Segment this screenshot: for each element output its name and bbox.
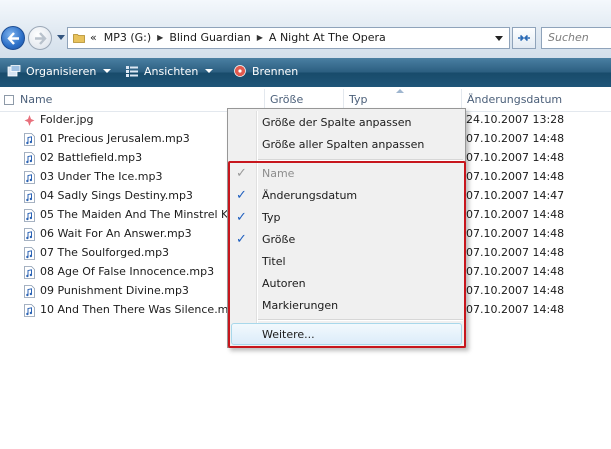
file-name: 04 Sadly Sings Destiny.mp3 bbox=[40, 189, 193, 202]
menu-item-column-toggle[interactable]: Typ bbox=[262, 211, 281, 224]
back-button[interactable] bbox=[1, 26, 25, 50]
file-name: 09 Punishment Divine.mp3 bbox=[40, 284, 189, 297]
checkmark-icon: ✓ bbox=[236, 188, 247, 203]
column-type-label: Typ bbox=[349, 93, 368, 106]
burn-label: Brennen bbox=[252, 65, 299, 78]
column-date[interactable]: Änderungsdatum bbox=[462, 89, 611, 111]
audio-file-icon bbox=[24, 133, 35, 146]
menu-item-column-toggle[interactable]: Größe bbox=[262, 233, 295, 246]
audio-file-icon bbox=[24, 228, 35, 241]
menu-gutter bbox=[256, 111, 258, 345]
audio-file-icon bbox=[24, 285, 35, 298]
column-size-label: Größe bbox=[270, 93, 304, 106]
checkmark-icon: ✓ bbox=[236, 166, 247, 181]
organize-icon bbox=[7, 65, 21, 77]
file-date: 07.10.2007 14:48 bbox=[466, 208, 565, 221]
menu-item-column-toggle[interactable]: Titel bbox=[262, 255, 286, 268]
audio-file-icon bbox=[24, 247, 35, 260]
organize-button[interactable]: Organisieren bbox=[7, 65, 112, 78]
file-date: 24.10.2007 13:28 bbox=[466, 113, 565, 126]
menu-separator bbox=[258, 319, 463, 321]
refresh-icon bbox=[518, 34, 530, 42]
address-history-dropdown[interactable] bbox=[495, 36, 503, 41]
burn-disc-icon bbox=[234, 65, 246, 77]
file-name: 10 And Then There Was Silence.mp bbox=[40, 303, 230, 316]
audio-file-icon bbox=[24, 209, 35, 222]
file-date: 07.10.2007 14:48 bbox=[466, 284, 565, 297]
audio-file-icon bbox=[24, 171, 35, 184]
forward-arrow-icon bbox=[35, 32, 47, 45]
image-file-icon bbox=[24, 115, 35, 126]
chevron-down-icon bbox=[103, 69, 112, 73]
menu-item-column-toggle[interactable]: Markierungen bbox=[262, 299, 338, 312]
chevron-right-icon[interactable]: ▶ bbox=[157, 33, 163, 42]
file-name: 08 Age Of False Innocence.mp3 bbox=[40, 265, 215, 278]
menu-item-column-toggle[interactable]: Autoren bbox=[262, 277, 306, 290]
file-date: 07.10.2007 14:48 bbox=[466, 303, 565, 316]
recent-pages-dropdown[interactable] bbox=[57, 35, 65, 40]
audio-file-icon bbox=[24, 266, 35, 279]
file-date: 07.10.2007 14:48 bbox=[466, 246, 565, 259]
views-label: Ansichten bbox=[144, 65, 199, 78]
folder-icon bbox=[73, 34, 85, 43]
menu-item-column-toggle[interactable]: Änderungsdatum bbox=[262, 189, 357, 202]
breadcrumb-album[interactable]: A Night At The Opera bbox=[269, 31, 386, 44]
file-date: 07.10.2007 14:47 bbox=[466, 189, 565, 202]
breadcrumb-overflow[interactable]: « bbox=[90, 31, 97, 44]
menu-separator bbox=[258, 159, 463, 161]
file-name: 01 Precious Jerusalem.mp3 bbox=[40, 132, 190, 145]
forward-button[interactable] bbox=[28, 26, 52, 50]
back-arrow-icon bbox=[7, 32, 19, 45]
checkmark-icon: ✓ bbox=[236, 210, 247, 225]
file-name: 07 The Soulforged.mp3 bbox=[40, 246, 170, 259]
breadcrumb-drive[interactable]: MP3 (G:) bbox=[104, 31, 151, 44]
file-date: 07.10.2007 14:48 bbox=[466, 132, 565, 145]
chevron-right-icon[interactable]: ▶ bbox=[257, 33, 263, 42]
search-input[interactable]: Suchen bbox=[541, 27, 611, 49]
file-name: 02 Battlefield.mp3 bbox=[40, 151, 143, 164]
breadcrumb: « MP3 (G:) ▶ Blind Guardian ▶ A Night At The … bbox=[90, 31, 386, 44]
checkmark-icon: ✓ bbox=[236, 232, 247, 247]
menu-item-column-toggle: Name bbox=[262, 167, 295, 180]
file-name: 03 Under The Ice.mp3 bbox=[40, 170, 163, 183]
command-toolbar: Organisieren Ansichten Brennen bbox=[0, 58, 611, 87]
audio-file-icon bbox=[24, 304, 35, 317]
file-name: Folder.jpg bbox=[40, 113, 94, 126]
search-placeholder: Suchen bbox=[548, 31, 589, 44]
views-button[interactable]: Ansichten bbox=[125, 65, 214, 78]
menu-item-fit-column[interactable]: Größe der Spalte anpassen bbox=[262, 116, 411, 129]
file-date: 07.10.2007 14:48 bbox=[466, 170, 565, 183]
address-input[interactable]: « MP3 (G:) ▶ Blind Guardian ▶ A Night At The … bbox=[67, 27, 510, 49]
file-date: 07.10.2007 14:48 bbox=[466, 265, 565, 278]
chevron-down-icon bbox=[205, 69, 214, 73]
breadcrumb-artist[interactable]: Blind Guardian bbox=[169, 31, 250, 44]
select-all-checkbox[interactable] bbox=[4, 95, 14, 105]
menu-item-fit-all-columns[interactable]: Größe aller Spalten anpassen bbox=[262, 138, 424, 151]
audio-file-icon bbox=[24, 190, 35, 203]
sort-ascending-icon bbox=[396, 89, 404, 93]
audio-file-icon bbox=[24, 152, 35, 165]
file-name: 05 The Maiden And The Minstrel Kr bbox=[40, 208, 230, 221]
address-bar-area: « MP3 (G:) ▶ Blind Guardian ▶ A Night At The … bbox=[0, 0, 611, 58]
column-date-label: Änderungsdatum bbox=[467, 93, 563, 106]
column-name-label: Name bbox=[20, 93, 53, 106]
refresh-button[interactable] bbox=[512, 27, 536, 49]
views-icon bbox=[126, 66, 138, 77]
organize-label: Organisieren bbox=[26, 65, 97, 78]
file-date: 07.10.2007 14:48 bbox=[466, 227, 565, 240]
menu-item-more[interactable]: Weitere... bbox=[262, 328, 315, 341]
file-name: 06 Wait For An Answer.mp3 bbox=[40, 227, 192, 240]
burn-button[interactable]: Brennen bbox=[233, 65, 298, 78]
column-context-menu: Größe der Spalte anpassen Größe aller Sp… bbox=[227, 108, 466, 348]
file-date: 07.10.2007 14:48 bbox=[466, 151, 565, 164]
